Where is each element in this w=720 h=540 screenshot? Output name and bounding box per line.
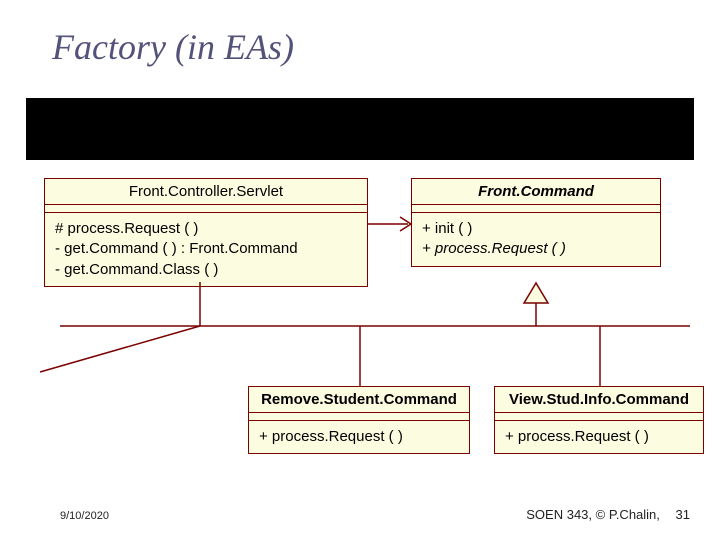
class-attrs-empty bbox=[249, 413, 469, 421]
op-line: - get.Command.Class ( ) bbox=[55, 260, 357, 280]
op-line: + process.Request ( ) bbox=[259, 427, 459, 447]
black-bar bbox=[26, 98, 694, 160]
class-attrs-empty bbox=[412, 205, 660, 213]
footer-right: SOEN 343, © P.Chalin, 31 bbox=[526, 507, 690, 522]
class-header: Remove.Student.Command bbox=[249, 387, 469, 413]
op-line-italic: + process.Request ( ) bbox=[422, 239, 650, 259]
footer-course: SOEN 343, © P.Chalin, bbox=[526, 507, 660, 522]
op-line: + process.Request ( ) bbox=[505, 427, 693, 447]
class-attrs-empty bbox=[495, 413, 703, 421]
class-remove-student-command: Remove.Student.Command + process.Request… bbox=[248, 386, 470, 454]
class-attrs-empty bbox=[45, 205, 367, 213]
slide-title: Factory (in EAs) bbox=[52, 26, 294, 68]
class-header: View.Stud.Info.Command bbox=[495, 387, 703, 413]
class-header: Front.Controller.Servlet bbox=[45, 179, 367, 205]
op-line: # process.Request ( ) bbox=[55, 219, 357, 239]
class-view-stud-info-command: View.Stud.Info.Command + process.Request… bbox=[494, 386, 704, 454]
class-front-controller-servlet: Front.Controller.Servlet # process.Reque… bbox=[44, 178, 368, 287]
footer-page-number: 31 bbox=[676, 507, 690, 522]
footer-date: 9/10/2020 bbox=[60, 510, 109, 522]
class-ops: # process.Request ( ) - get.Command ( ) … bbox=[45, 213, 367, 286]
class-ops: + process.Request ( ) bbox=[249, 421, 469, 453]
class-ops: + process.Request ( ) bbox=[495, 421, 703, 453]
class-front-command: Front.Command + init ( ) + process.Reque… bbox=[411, 178, 661, 267]
class-header: Front.Command bbox=[412, 179, 660, 205]
class-ops: + init ( ) + process.Request ( ) bbox=[412, 213, 660, 266]
op-line: - get.Command ( ) : Front.Command bbox=[55, 239, 357, 259]
op-line: + init ( ) bbox=[422, 219, 650, 239]
